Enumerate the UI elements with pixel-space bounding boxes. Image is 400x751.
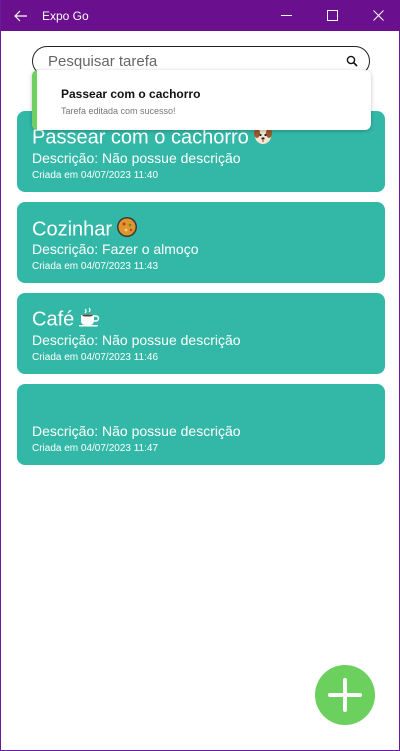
- app-window: Expo Go Passear com o cachorro Descrição…: [0, 0, 400, 751]
- toast-title: Passear com o cachorro: [61, 87, 201, 101]
- hot-beverage-icon: [78, 307, 100, 333]
- task-title: Café: [32, 307, 100, 333]
- task-title: Cozinhar: [32, 216, 138, 244]
- task-description: Descrição: Não possue descrição: [32, 332, 241, 348]
- maximize-icon: [326, 10, 338, 21]
- task-card[interactable]: Cozinhar Descrição: Fazer o almoço Criad…: [17, 202, 385, 283]
- add-task-button[interactable]: [315, 665, 375, 725]
- task-description: Descrição: Não possue descrição: [32, 150, 241, 166]
- paella-pan-icon: [116, 216, 138, 244]
- minimize-button[interactable]: [263, 0, 309, 31]
- title-bar: Expo Go: [1, 0, 400, 31]
- task-description: Descrição: Fazer o almoço: [32, 241, 199, 257]
- arrow-left-icon: [14, 10, 27, 21]
- toast-message: Tarefa editada com sucesso!: [61, 106, 176, 116]
- task-created-date: Criada em 04/07/2023 11:40: [32, 170, 159, 181]
- success-toast[interactable]: Passear com o cachorro Tarefa editada co…: [32, 70, 371, 130]
- task-created-date: Criada em 04/07/2023 11:47: [32, 443, 159, 454]
- maximize-button[interactable]: [309, 0, 355, 31]
- back-button[interactable]: [1, 0, 41, 31]
- task-card[interactable]: Café Descrição: Não possue descrição Cri…: [17, 293, 385, 374]
- window-title: Expo Go: [42, 8, 89, 23]
- close-button[interactable]: [355, 0, 400, 31]
- task-created-date: Criada em 04/07/2023 11:46: [32, 352, 159, 363]
- task-created-date: Criada em 04/07/2023 11:43: [32, 261, 159, 272]
- search-input[interactable]: [48, 52, 328, 70]
- task-card[interactable]: Descrição: Não possue descrição Criada e…: [17, 384, 385, 465]
- task-description: Descrição: Não possue descrição: [32, 423, 241, 439]
- plus-icon: [328, 678, 362, 712]
- minimize-icon: [280, 15, 292, 16]
- close-icon: [372, 10, 384, 21]
- toast-accent-bar: [32, 70, 37, 130]
- search-icon[interactable]: [346, 55, 358, 67]
